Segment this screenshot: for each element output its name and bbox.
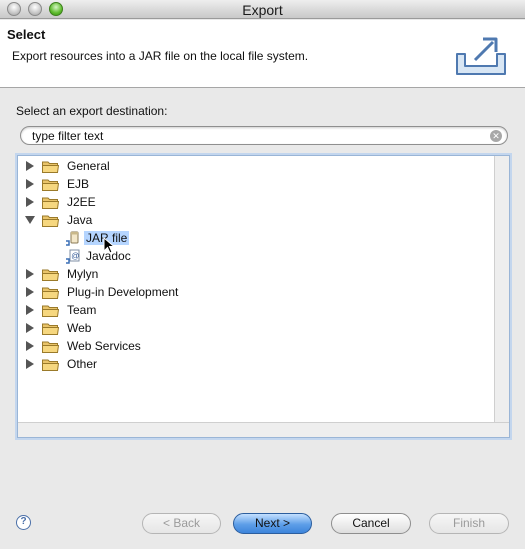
help-icon[interactable]: ?: [16, 515, 31, 530]
tree-folder-label: Plug-in Development: [67, 285, 179, 299]
export-wizard-icon: [456, 37, 506, 75]
filter-input[interactable]: [32, 128, 482, 143]
finish-button[interactable]: Finish: [429, 513, 509, 534]
horizontal-scrollbar[interactable]: [18, 422, 509, 437]
window-title: Export: [242, 2, 283, 18]
title-bar[interactable]: Export: [0, 0, 525, 19]
export-destination-tree[interactable]: General EJB J2EE Java JAR file @ Javadoc Mylyn P…: [17, 155, 510, 438]
tree-folder-general[interactable]: General: [25, 158, 325, 175]
expand-arrow-icon[interactable]: [25, 269, 35, 279]
folder-icon: [42, 215, 59, 227]
folder-icon: [42, 197, 59, 209]
expand-arrow-icon[interactable]: [25, 161, 35, 171]
vertical-scrollbar[interactable]: [494, 156, 509, 423]
jar-file-icon: [66, 231, 79, 246]
tree-folder-team[interactable]: Team: [25, 302, 325, 319]
clear-filter-icon[interactable]: ✕: [490, 130, 502, 142]
export-dialog: Export Select Export resources into a JA…: [0, 0, 525, 549]
tree-folder-label: Other: [67, 357, 98, 371]
tree-folder-label: EJB: [67, 177, 90, 191]
folder-icon: [42, 161, 59, 173]
folder-icon: [42, 179, 59, 191]
tree-folder-j2ee[interactable]: J2EE: [25, 194, 325, 211]
expand-arrow-icon[interactable]: [25, 287, 35, 297]
javadoc-icon: @: [66, 249, 80, 264]
page-title: Select: [7, 27, 46, 42]
tree-folder-label: J2EE: [67, 195, 96, 209]
tree-folder-label: Mylyn: [67, 267, 99, 281]
expand-arrow-icon[interactable]: [25, 323, 35, 333]
page-description: Export resources into a JAR file on the …: [12, 49, 309, 63]
svg-text:@: @: [71, 252, 79, 261]
tree-folder-ejb[interactable]: EJB: [25, 176, 325, 193]
tree-folder-label: Team: [67, 303, 97, 317]
tree-item-jar-file[interactable]: JAR file: [66, 230, 266, 247]
tree-folder-label: General: [67, 159, 110, 173]
back-button[interactable]: < Back: [142, 513, 221, 534]
folder-icon: [42, 323, 59, 335]
tree-folder-web[interactable]: Web: [25, 320, 325, 337]
folder-icon: [42, 305, 59, 317]
tree-folder-plug-in-development[interactable]: Plug-in Development: [25, 284, 325, 301]
tree-folder-java[interactable]: Java: [25, 212, 325, 229]
next-button[interactable]: Next >: [233, 513, 312, 534]
tree-folder-other[interactable]: Other: [25, 356, 325, 373]
expand-arrow-icon[interactable]: [25, 341, 35, 351]
collapse-arrow-icon[interactable]: [25, 215, 35, 225]
mouse-pointer-icon: [103, 237, 116, 254]
destination-label: Select an export destination:: [16, 104, 168, 118]
expand-arrow-icon[interactable]: [25, 359, 35, 369]
cancel-button[interactable]: Cancel: [331, 513, 411, 534]
folder-icon: [42, 287, 59, 299]
tree-folder-label: Web: [67, 321, 92, 335]
folder-icon: [42, 269, 59, 281]
expand-arrow-icon[interactable]: [25, 305, 35, 315]
tree-folder-mylyn[interactable]: Mylyn: [25, 266, 325, 283]
expand-arrow-icon[interactable]: [25, 197, 35, 207]
tree-folder-label: Web Services: [67, 339, 141, 353]
tree-item-javadoc[interactable]: @ Javadoc: [66, 248, 266, 265]
folder-icon: [42, 341, 59, 353]
tree-folder-web-services[interactable]: Web Services: [25, 338, 325, 355]
expand-arrow-icon[interactable]: [25, 179, 35, 189]
folder-icon: [42, 359, 59, 371]
wizard-banner: Select Export resources into a JAR file …: [0, 20, 525, 88]
filter-field[interactable]: ✕: [20, 126, 508, 145]
tree-folder-label: Java: [67, 213, 93, 227]
